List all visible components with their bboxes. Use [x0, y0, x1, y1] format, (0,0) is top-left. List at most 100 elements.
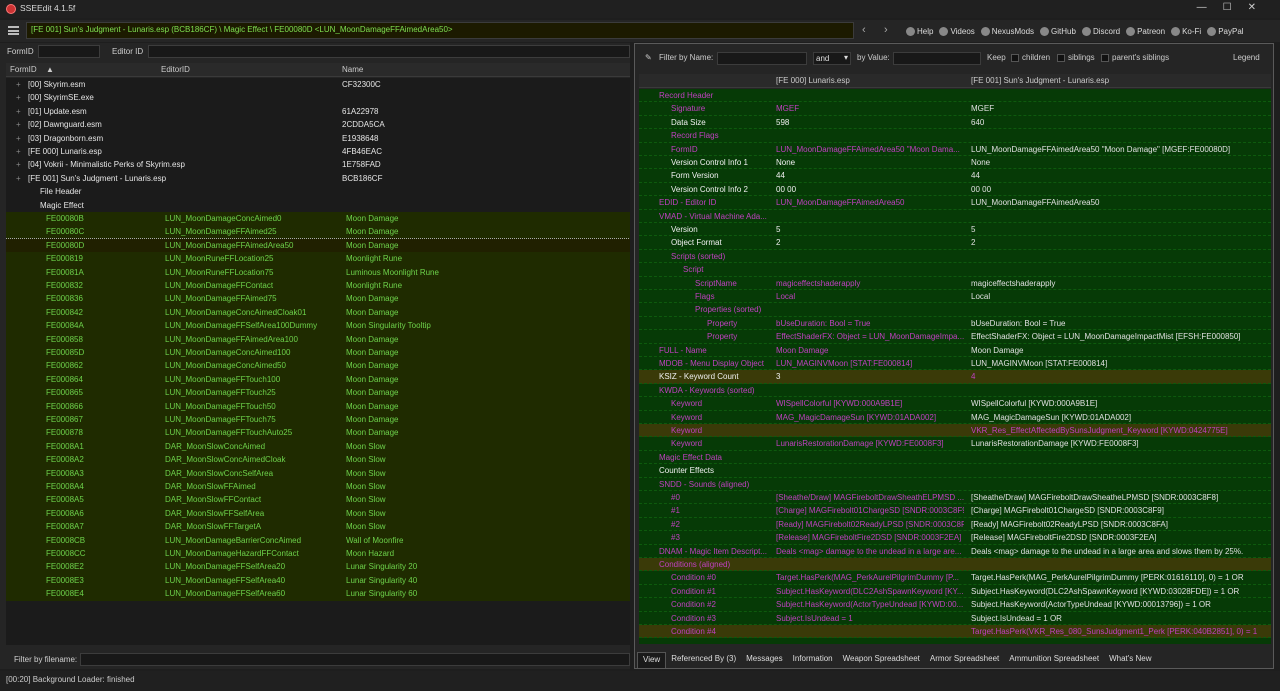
- link-kofi[interactable]: Ko-Fi: [1171, 26, 1201, 36]
- filter-name-input[interactable]: [717, 52, 807, 65]
- formid-input[interactable]: [38, 45, 100, 58]
- link-discord[interactable]: Discord: [1081, 26, 1120, 36]
- record-row[interactable]: FE0008CB LUN_MoonDamageBarrierConcAimed Wa…: [6, 533, 630, 547]
- back-arrow-icon[interactable]: ‹: [862, 24, 866, 36]
- filename-filter-input[interactable]: [80, 653, 630, 666]
- record-row[interactable]: FE0008E2 LUN_MoonDamageFFSelfArea20 Lunar …: [6, 560, 630, 574]
- record-row[interactable]: FE0008CC LUN_MoonDamageHazardFFContact Moo…: [6, 547, 630, 561]
- tab-information[interactable]: Information: [788, 652, 838, 668]
- view-row[interactable]: Properties (sorted): [639, 303, 1271, 317]
- tree-file-row[interactable]: + [01] Update.esm 61A22978: [6, 105, 630, 118]
- view-row[interactable]: EDID - Editor ID LUN_MoonDamageFFAimedAre…: [639, 196, 1271, 210]
- link-nexusmods[interactable]: NexusMods: [980, 26, 1034, 36]
- record-row[interactable]: FE00081A LUN_MoonRuneFFLocation75 Luminous…: [6, 265, 630, 279]
- view-row[interactable]: Data Size 598 640: [639, 116, 1271, 130]
- view-row[interactable]: Script: [639, 263, 1271, 277]
- record-row[interactable]: FE0008A5 DAR_MoonSlowFFContact Moon Slow: [6, 493, 630, 507]
- view-row[interactable]: Flags Local Local: [639, 290, 1271, 304]
- link-patreon[interactable]: Patreon: [1126, 26, 1165, 36]
- record-row[interactable]: FE0008A6 DAR_MoonSlowFFSelfArea Moon Slow: [6, 506, 630, 521]
- window-controls[interactable]: —☐✕: [1197, 2, 1272, 13]
- tree-expander-icon[interactable]: +: [16, 118, 21, 131]
- tab-what-s-new[interactable]: What's New: [1104, 652, 1156, 668]
- magic-effect-group[interactable]: Magic Effect: [6, 199, 630, 212]
- view-row[interactable]: Keyword MAG_MagicDamageSun [KYWD:01ADA002…: [639, 411, 1271, 424]
- view-row[interactable]: Counter Effects: [639, 464, 1271, 478]
- record-row[interactable]: FE000862 LUN_MoonDamageConcAimed50 Moon Da…: [6, 359, 630, 373]
- tree-file-row[interactable]: + [00] Skyrim.esm CF32300C: [6, 78, 630, 91]
- view-row[interactable]: Condition #1 Subject.HasKeyword(DLC2AshSp…: [639, 585, 1271, 599]
- tree-file-row[interactable]: + [00] SkyrimSE.exe: [6, 91, 630, 104]
- tree-expander-icon[interactable]: +: [16, 91, 21, 104]
- tree-expander-icon[interactable]: +: [16, 105, 21, 118]
- pin-icon[interactable]: ✎: [645, 53, 652, 62]
- view-row[interactable]: Keyword WISpellColorful [KYWD:000A9B1E] WI…: [639, 397, 1271, 411]
- record-row[interactable]: FE0008A1 DAR_MoonSlowConcAimed Moon Slow: [6, 439, 630, 454]
- file-header-node[interactable]: File Header: [6, 185, 630, 198]
- record-row[interactable]: FE000865 LUN_MoonDamageFFTouch25 Moon Dama…: [6, 386, 630, 400]
- record-row[interactable]: FE00080D LUN_MoonDamageFFAimedArea50 Moon …: [6, 237, 630, 254]
- record-row[interactable]: FE00085D LUN_MoonDamageConcAimed100 Moon D…: [6, 346, 630, 360]
- view-row[interactable]: MDOB - Menu Display Object LUN_MAGINVMoon…: [639, 357, 1271, 371]
- view-row[interactable]: Magic Effect Data: [639, 451, 1271, 465]
- view-row[interactable]: Condition #2 Subject.HasKeyword(ActorType…: [639, 598, 1271, 612]
- view-row[interactable]: SNDD - Sounds (aligned): [639, 478, 1271, 491]
- link-paypal[interactable]: PayPal: [1207, 26, 1244, 36]
- view-row[interactable]: Scripts (sorted): [639, 250, 1271, 264]
- keep-parents-siblings-checkbox[interactable]: parent's siblings: [1101, 53, 1169, 62]
- record-row[interactable]: FE00080C LUN_MoonDamageFFAimed25 Moon Dama…: [6, 225, 630, 239]
- tree-expander-icon[interactable]: +: [16, 145, 21, 158]
- record-tree[interactable]: + [00] Skyrim.esm CF32300C + [00] SkyrimSE.e…: [6, 78, 630, 645]
- link-help[interactable]: Help: [906, 26, 933, 36]
- record-row[interactable]: FE000832 LUN_MoonDamageFFContact Moonlight…: [6, 279, 630, 293]
- record-row[interactable]: FE0008E4 LUN_MoonDamageFFSelfArea60 Lunar …: [6, 587, 630, 601]
- view-row[interactable]: Property EffectShaderFX: Object = LUN_Moo…: [639, 330, 1271, 344]
- record-row[interactable]: FE000878 LUN_MoonDamageFFTouchAuto25 Moon …: [6, 426, 630, 440]
- tab-armor-spreadsheet[interactable]: Armor Spreadsheet: [925, 652, 1004, 668]
- tab-view[interactable]: View: [637, 652, 667, 668]
- filter-value-input[interactable]: [893, 52, 981, 65]
- hamburger-menu-icon[interactable]: [8, 26, 19, 35]
- view-row[interactable]: Record Flags: [639, 129, 1271, 143]
- tree-expander-icon[interactable]: +: [16, 78, 21, 91]
- keep-children-checkbox[interactable]: children: [1011, 53, 1050, 62]
- view-row[interactable]: Property bUseDuration: Bool = True bUseDur…: [639, 317, 1271, 331]
- tree-file-row[interactable]: + [04] Vokrii - Minimalistic Perks of Sky…: [6, 158, 630, 171]
- view-row[interactable]: ScriptName magiceffectshaderapply magiceff…: [639, 277, 1271, 290]
- forward-arrow-icon[interactable]: ›: [884, 24, 888, 36]
- record-row[interactable]: FE000866 LUN_MoonDamageFFTouch50 Moon Dama…: [6, 399, 630, 413]
- record-row[interactable]: FE00080B LUN_MoonDamageConcAimed0 Moon Dam…: [6, 212, 630, 226]
- record-row[interactable]: FE0008A2 DAR_MoonSlowConcAimedCloak Moon S…: [6, 453, 630, 467]
- link-videos[interactable]: Videos: [939, 26, 975, 36]
- view-row[interactable]: Version Control Info 1 None None: [639, 156, 1271, 170]
- record-row[interactable]: FE0008E3 LUN_MoonDamageFFSelfArea40 Lunar …: [6, 573, 630, 588]
- view-row[interactable]: Signature MGEF MGEF: [639, 102, 1271, 116]
- record-row[interactable]: FE0008A4 DAR_MoonSlowFFAimed Moon Slow: [6, 480, 630, 494]
- view-row[interactable]: #0 [Sheathe/Draw] MAGFireboltDrawSheathEL…: [639, 491, 1271, 505]
- and-select[interactable]: and ▾: [813, 52, 851, 65]
- view-row[interactable]: Keyword LunarisRestorationDamage [KYWD:FE…: [639, 437, 1271, 451]
- view-row[interactable]: DNAM - Magic Item Descript... Deals <mag>…: [639, 545, 1271, 558]
- view-row[interactable]: KWDA - Keywords (sorted): [639, 384, 1271, 398]
- col-suns-judgment[interactable]: [FE 001] Sun's Judgment - Lunaris.esp: [971, 76, 1109, 85]
- record-row[interactable]: FE0008A3 DAR_MoonSlowConcSelfArea Moon Slo…: [6, 466, 630, 480]
- tree-file-row[interactable]: + [03] Dragonborn.esm E1938648: [6, 132, 630, 145]
- view-row[interactable]: Version 5 5: [639, 223, 1271, 237]
- record-row[interactable]: FE0008A7 DAR_MoonSlowFFTargetA Moon Slow: [6, 520, 630, 534]
- record-row[interactable]: FE000819 LUN_MoonRuneFFLocation25 Moonligh…: [6, 252, 630, 266]
- view-row[interactable]: VMAD - Virtual Machine Ada...: [639, 210, 1271, 223]
- tree-file-row[interactable]: + [02] Dawnguard.esm 2CDDA5CA: [6, 118, 630, 131]
- col-lunaris[interactable]: [FE 000] Lunaris.esp: [776, 76, 850, 85]
- tree-expander-icon[interactable]: +: [16, 132, 21, 145]
- record-view-grid[interactable]: Record Header Signature MGEF MGEF Data Size 5…: [639, 89, 1271, 644]
- view-row[interactable]: #3 [Release] MAGFireboltFire2DSD [SNDR:00…: [639, 531, 1271, 545]
- view-row[interactable]: Object Format 2 2: [639, 236, 1271, 250]
- col-formid[interactable]: FormID: [10, 65, 37, 74]
- tab-ammunition-spreadsheet[interactable]: Ammunition Spreadsheet: [1004, 652, 1104, 668]
- record-row[interactable]: FE000836 LUN_MoonDamageFFAimed75 Moon Dama…: [6, 292, 630, 306]
- view-row[interactable]: #2 [Ready] MAGFirebolt02ReadyLPSD [SNDR:0…: [639, 518, 1271, 532]
- tree-file-row[interactable]: + [FE 000] Lunaris.esp 4FB46EAC: [6, 145, 630, 158]
- keep-siblings-checkbox[interactable]: siblings: [1057, 53, 1095, 62]
- view-row[interactable]: Form Version 44 44: [639, 169, 1271, 183]
- legend-button[interactable]: Legend: [1233, 53, 1260, 62]
